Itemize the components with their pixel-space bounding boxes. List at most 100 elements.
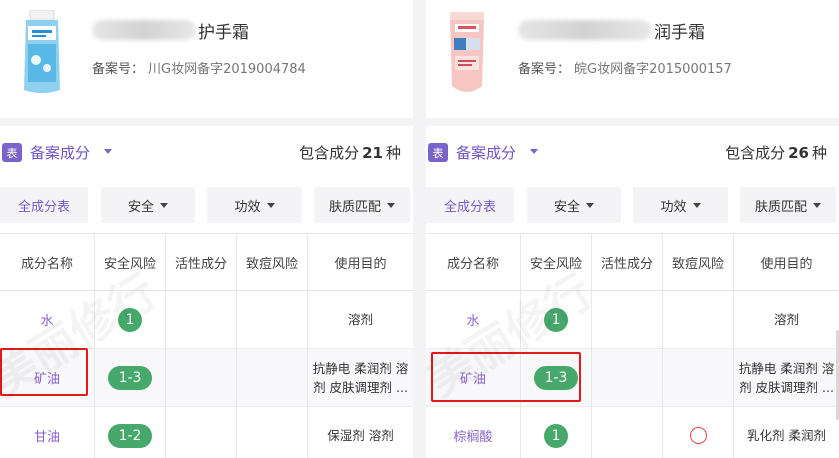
active-cell (592, 349, 663, 406)
column-header: 安全风险 (521, 234, 592, 290)
product-name-suffix: 润手霜 (654, 22, 705, 43)
highlight-box (0, 348, 88, 396)
count-prefix: 包含成分 (725, 144, 786, 162)
table-row[interactable]: 甘油 1-2 保湿剂 溶剂 (0, 407, 413, 458)
filter-efficacy[interactable]: 功效 (633, 187, 728, 223)
filter-all-ingredients[interactable]: 全成分表 (0, 187, 88, 223)
active-cell (592, 407, 663, 458)
registration-label: 备案号： (518, 62, 571, 77)
column-header: 使用目的 (334, 256, 387, 272)
blurred-brand (92, 20, 196, 40)
column-header: 使用目的 (760, 256, 813, 272)
filter-label: 全成分表 (17, 199, 70, 215)
column-header: 致痘风险 (237, 234, 308, 290)
product-panel-left: 护手霜 备案号： 川G妆网备字2019004784 表 备案成分 包含成分 21 种 … (0, 0, 413, 458)
product-name: 护手霜 (92, 18, 249, 43)
filter-label: 安全 (553, 199, 580, 215)
hand-cream-tube-image (450, 12, 484, 92)
purpose-cell: 抗静电 柔润剂 溶剂 皮肤调理剂 ... (738, 360, 835, 395)
safety-risk-cell: 1 (521, 291, 592, 348)
product-panel-right: 润手霜 备案号： 皖G妆网备字2015000157 表 备案成分 包含成分 26 种 … (426, 0, 839, 458)
purpose-cell: 溶剂 (347, 312, 373, 327)
dropdown-arrow-icon (387, 202, 395, 208)
active-cell (592, 291, 663, 348)
section-header: 表 备案成分 包含成分 21 种 (0, 136, 413, 168)
filter-label: 功效 (234, 199, 261, 215)
filter-skin-type[interactable]: 肤质匹配 (314, 187, 410, 223)
highlight-box (431, 352, 581, 402)
blurred-brand (518, 20, 652, 40)
filter-bar: 全成分表 安全 功效 肤质匹配 (426, 187, 839, 223)
registration-number: 川G妆网备字2019004784 (148, 62, 306, 77)
purpose-cell: 保湿剂 溶剂 (327, 428, 394, 443)
hand-cream-tube-image (24, 10, 60, 93)
ingredient-name[interactable]: 甘油 (0, 407, 95, 458)
table-tag-icon: 表 (428, 143, 448, 162)
column-header: 成分名称 (0, 234, 95, 290)
table-row[interactable]: 水 1 溶剂 (0, 291, 413, 349)
caret-down-icon[interactable] (530, 149, 538, 154)
column-header: 活性成分 (592, 234, 663, 290)
ingredient-name[interactable]: 水 (426, 291, 521, 348)
divider (0, 118, 413, 126)
filter-safety[interactable]: 安全 (527, 187, 621, 223)
purpose-cell: 溶剂 (773, 312, 799, 327)
dropdown-arrow-icon (586, 202, 594, 208)
filter-all-ingredients[interactable]: 全成分表 (426, 187, 514, 223)
filter-label: 全成分表 (443, 199, 496, 215)
purpose-cell: 抗静电 柔润剂 溶剂 皮肤调理剂 ... (312, 360, 409, 395)
filter-efficacy[interactable]: 功效 (207, 187, 302, 223)
purpose-cell: 乳化剂 柔润剂 (747, 428, 826, 443)
table-tag-icon: 表 (2, 143, 22, 162)
safety-risk-cell: 1-2 (95, 407, 166, 458)
dropdown-arrow-icon (813, 202, 821, 208)
count-value: 21 (362, 144, 383, 162)
filter-skin-type[interactable]: 肤质匹配 (740, 187, 836, 223)
acne-cell (663, 291, 734, 348)
filter-label: 安全 (127, 199, 154, 215)
column-header: 安全风险 (95, 234, 166, 290)
active-cell (166, 291, 237, 348)
safety-risk-cell: 1 (521, 407, 592, 458)
filter-bar: 全成分表 安全 功效 肤质匹配 (0, 187, 413, 223)
risk-badge: 1-3 (108, 365, 152, 390)
section-title-dropdown[interactable]: 备案成分 (456, 142, 516, 163)
column-header: 成分名称 (426, 234, 521, 290)
filter-label: 肤质匹配 (754, 199, 807, 215)
active-cell (166, 407, 237, 458)
product-header[interactable]: 护手霜 备案号： 川G妆网备字2019004784 (0, 0, 413, 118)
registration-info: 备案号： 川G妆网备字2019004784 (92, 58, 306, 77)
section-header: 表 备案成分 包含成分 26 种 (426, 136, 839, 168)
count-prefix: 包含成分 (299, 144, 360, 162)
active-cell (166, 349, 237, 406)
count-value: 26 (788, 144, 809, 162)
safety-risk-cell: 1-3 (95, 349, 166, 406)
table-header: 成分名称 安全风险 活性成分 致痘风险 使用目的 (426, 233, 839, 291)
filter-safety[interactable]: 安全 (101, 187, 195, 223)
acne-cell (237, 349, 308, 406)
dropdown-arrow-icon (160, 202, 168, 208)
dropdown-arrow-icon (266, 202, 275, 208)
product-header[interactable]: 润手霜 备案号： 皖G妆网备字2015000157 (426, 0, 839, 118)
registration-info: 备案号： 皖G妆网备字2015000157 (518, 58, 732, 77)
table-row[interactable]: 棕榈酸 1 乳化剂 柔润剂 (426, 407, 839, 458)
ingredient-name[interactable]: 水 (0, 291, 95, 348)
dropdown-arrow-icon (692, 202, 701, 208)
registration-number: 皖G妆网备字2015000157 (574, 62, 732, 77)
section-title-dropdown[interactable]: 备案成分 (30, 142, 90, 163)
caret-down-icon[interactable] (104, 149, 112, 154)
product-name: 润手霜 (518, 18, 705, 43)
acne-cell (237, 407, 308, 458)
risk-badge: 1-2 (108, 423, 152, 448)
table-row[interactable]: 水 1 溶剂 (426, 291, 839, 349)
ingredient-count: 包含成分 21 种 (299, 142, 401, 163)
column-header: 致痘风险 (663, 234, 734, 290)
risk-badge: 1 (544, 307, 568, 332)
ingredient-name[interactable]: 棕榈酸 (426, 407, 521, 458)
acne-cell (663, 349, 734, 406)
product-name-suffix: 护手霜 (198, 22, 249, 43)
column-header: 活性成分 (166, 234, 237, 290)
circle-icon (689, 427, 707, 444)
filter-label: 功效 (660, 199, 687, 215)
table-header: 成分名称 安全风险 活性成分 致痘风险 使用目的 (0, 233, 413, 291)
